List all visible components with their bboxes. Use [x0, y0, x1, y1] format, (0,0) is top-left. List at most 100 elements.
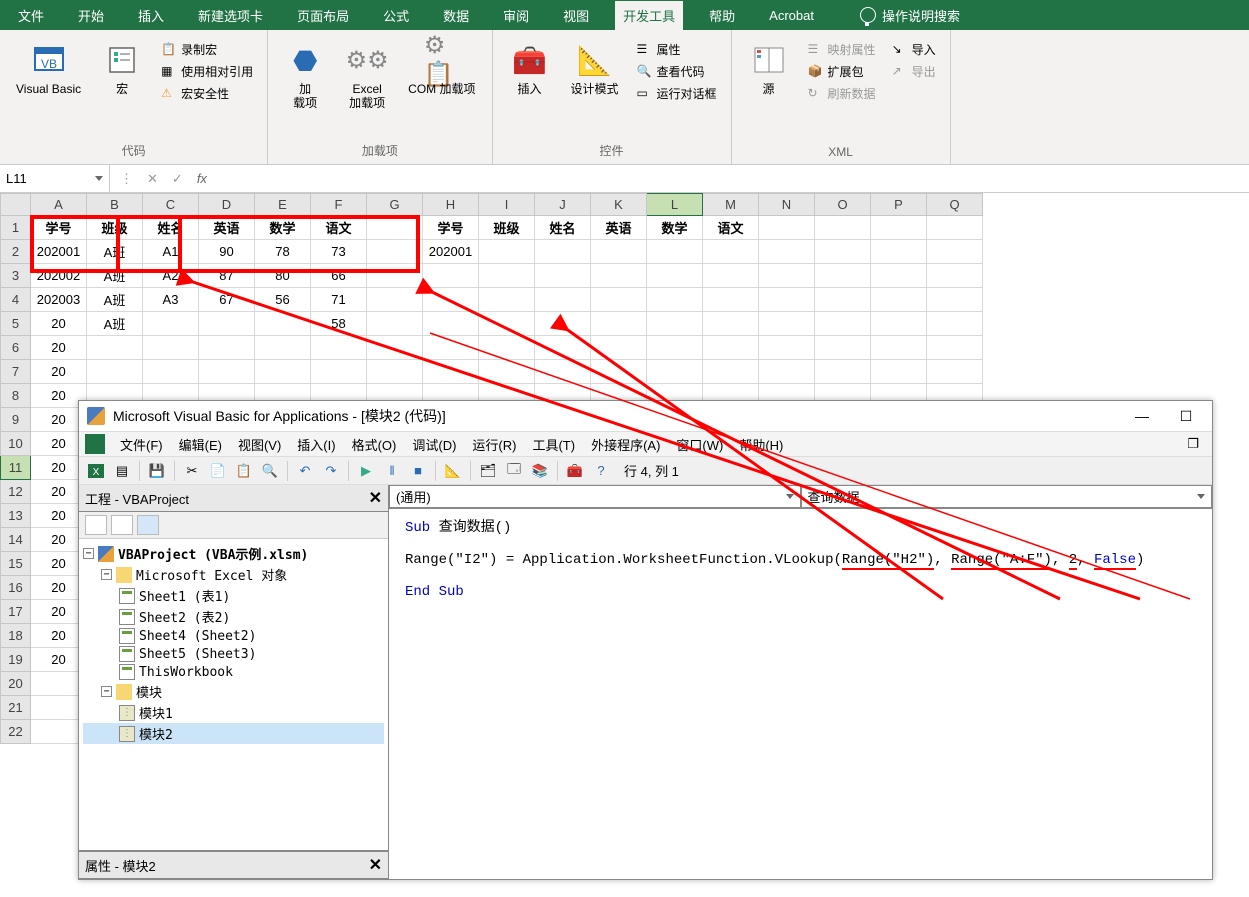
- menu-edit[interactable]: 编辑(E): [172, 433, 229, 456]
- cell[interactable]: [479, 264, 535, 288]
- menu-window[interactable]: 窗口(W): [669, 433, 730, 456]
- cell[interactable]: 数学: [255, 216, 311, 240]
- tree-workbook[interactable]: ThisWorkbook: [83, 663, 384, 681]
- row-head-19[interactable]: 19: [1, 648, 31, 672]
- cell[interactable]: 202003: [31, 288, 87, 312]
- close-icon[interactable]: ✕: [369, 488, 382, 508]
- row-head-15[interactable]: 15: [1, 552, 31, 576]
- cell[interactable]: [479, 336, 535, 360]
- cell[interactable]: [703, 336, 759, 360]
- cell[interactable]: [255, 336, 311, 360]
- cell[interactable]: [759, 360, 815, 384]
- cell[interactable]: 英语: [199, 216, 255, 240]
- cell[interactable]: 语文: [311, 216, 367, 240]
- cell[interactable]: [815, 288, 871, 312]
- col-head-H[interactable]: H: [423, 194, 479, 216]
- cell[interactable]: [927, 264, 983, 288]
- cell[interactable]: [871, 264, 927, 288]
- cell[interactable]: 73: [311, 240, 367, 264]
- cell[interactable]: [871, 312, 927, 336]
- cell[interactable]: [815, 240, 871, 264]
- row-head-14[interactable]: 14: [1, 528, 31, 552]
- col-head-N[interactable]: N: [759, 194, 815, 216]
- tab-review[interactable]: 审阅: [495, 1, 537, 30]
- cell[interactable]: [535, 360, 591, 384]
- cell[interactable]: [535, 336, 591, 360]
- cell[interactable]: [871, 216, 927, 240]
- macro-security-button[interactable]: ⚠宏安全性: [159, 84, 255, 103]
- row-head-1[interactable]: 1: [1, 216, 31, 240]
- cell[interactable]: [647, 240, 703, 264]
- cell[interactable]: A2: [143, 264, 199, 288]
- view-code-button[interactable]: 🔍查看代码: [635, 62, 719, 81]
- tree-module-selected[interactable]: 模块2: [83, 723, 384, 744]
- menu-run[interactable]: 运行(R): [465, 433, 523, 456]
- cell[interactable]: [311, 336, 367, 360]
- map-props-button[interactable]: ☰映射属性: [806, 40, 878, 59]
- cell[interactable]: 20: [31, 312, 87, 336]
- cell[interactable]: [591, 264, 647, 288]
- view-excel-button[interactable]: X: [85, 460, 107, 482]
- cell[interactable]: [479, 312, 535, 336]
- cancel-icon[interactable]: ✕: [147, 171, 158, 187]
- col-head-B[interactable]: B: [87, 194, 143, 216]
- cell[interactable]: 66: [311, 264, 367, 288]
- cell[interactable]: [871, 336, 927, 360]
- cell[interactable]: [815, 264, 871, 288]
- cell[interactable]: 数学: [647, 216, 703, 240]
- cell[interactable]: 姓名: [535, 216, 591, 240]
- close-icon[interactable]: ✕: [369, 855, 382, 875]
- cell[interactable]: [535, 312, 591, 336]
- cell[interactable]: [423, 336, 479, 360]
- undo-button[interactable]: ↶: [294, 460, 316, 482]
- design-button[interactable]: 📐: [442, 460, 464, 482]
- cell[interactable]: [199, 312, 255, 336]
- project-panel-title[interactable]: 工程 - VBAProject ✕: [79, 485, 388, 512]
- view-object-btn[interactable]: [111, 515, 133, 535]
- cell[interactable]: 班级: [479, 216, 535, 240]
- cell[interactable]: [759, 288, 815, 312]
- row-head-17[interactable]: 17: [1, 600, 31, 624]
- mdi-restore-button[interactable]: ❐: [1180, 434, 1206, 454]
- cell[interactable]: [759, 336, 815, 360]
- cell[interactable]: [143, 312, 199, 336]
- cell[interactable]: [647, 264, 703, 288]
- find-button[interactable]: 🔍: [259, 460, 281, 482]
- insert-control-button[interactable]: 🧰插入: [505, 40, 555, 98]
- cell[interactable]: [535, 240, 591, 264]
- menu-view[interactable]: 视图(V): [231, 433, 288, 456]
- cell[interactable]: 78: [255, 240, 311, 264]
- properties-button[interactable]: ☰属性: [635, 40, 719, 59]
- visual-basic-button[interactable]: VB Visual Basic: [12, 40, 85, 98]
- tab-acrobat[interactable]: Acrobat: [761, 3, 822, 28]
- tab-developer[interactable]: 开发工具: [615, 1, 683, 30]
- col-head-F[interactable]: F: [311, 194, 367, 216]
- cell[interactable]: 202001: [423, 240, 479, 264]
- cell[interactable]: 学号: [31, 216, 87, 240]
- excel-addins-button[interactable]: ⚙⚙Excel 加载项: [342, 40, 392, 113]
- menu-debug[interactable]: 调试(D): [405, 433, 463, 456]
- cell[interactable]: [815, 216, 871, 240]
- cell[interactable]: 71: [311, 288, 367, 312]
- row-head-3[interactable]: 3: [1, 264, 31, 288]
- cell[interactable]: [87, 360, 143, 384]
- cell[interactable]: [647, 360, 703, 384]
- tab-file[interactable]: 文件: [10, 1, 52, 30]
- row-head-5[interactable]: 5: [1, 312, 31, 336]
- cell[interactable]: [703, 360, 759, 384]
- run-button[interactable]: ▶: [355, 460, 377, 482]
- object-dropdown[interactable]: (通用): [389, 485, 801, 508]
- cell[interactable]: 202001: [31, 240, 87, 264]
- cell[interactable]: [255, 312, 311, 336]
- cell[interactable]: [759, 312, 815, 336]
- tree-sheet[interactable]: Sheet1 (表1): [83, 585, 384, 606]
- cell[interactable]: 20: [31, 336, 87, 360]
- relative-ref-button[interactable]: ▦使用相对引用: [159, 62, 255, 81]
- tree-sheet[interactable]: Sheet4 (Sheet2): [83, 627, 384, 645]
- cell[interactable]: [367, 216, 423, 240]
- tree-modules-folder[interactable]: −模块: [83, 681, 384, 702]
- menu-tools[interactable]: 工具(T): [525, 433, 582, 456]
- tab-insert[interactable]: 插入: [130, 1, 172, 30]
- menu-insert[interactable]: 插入(I): [290, 433, 342, 456]
- col-head-D[interactable]: D: [199, 194, 255, 216]
